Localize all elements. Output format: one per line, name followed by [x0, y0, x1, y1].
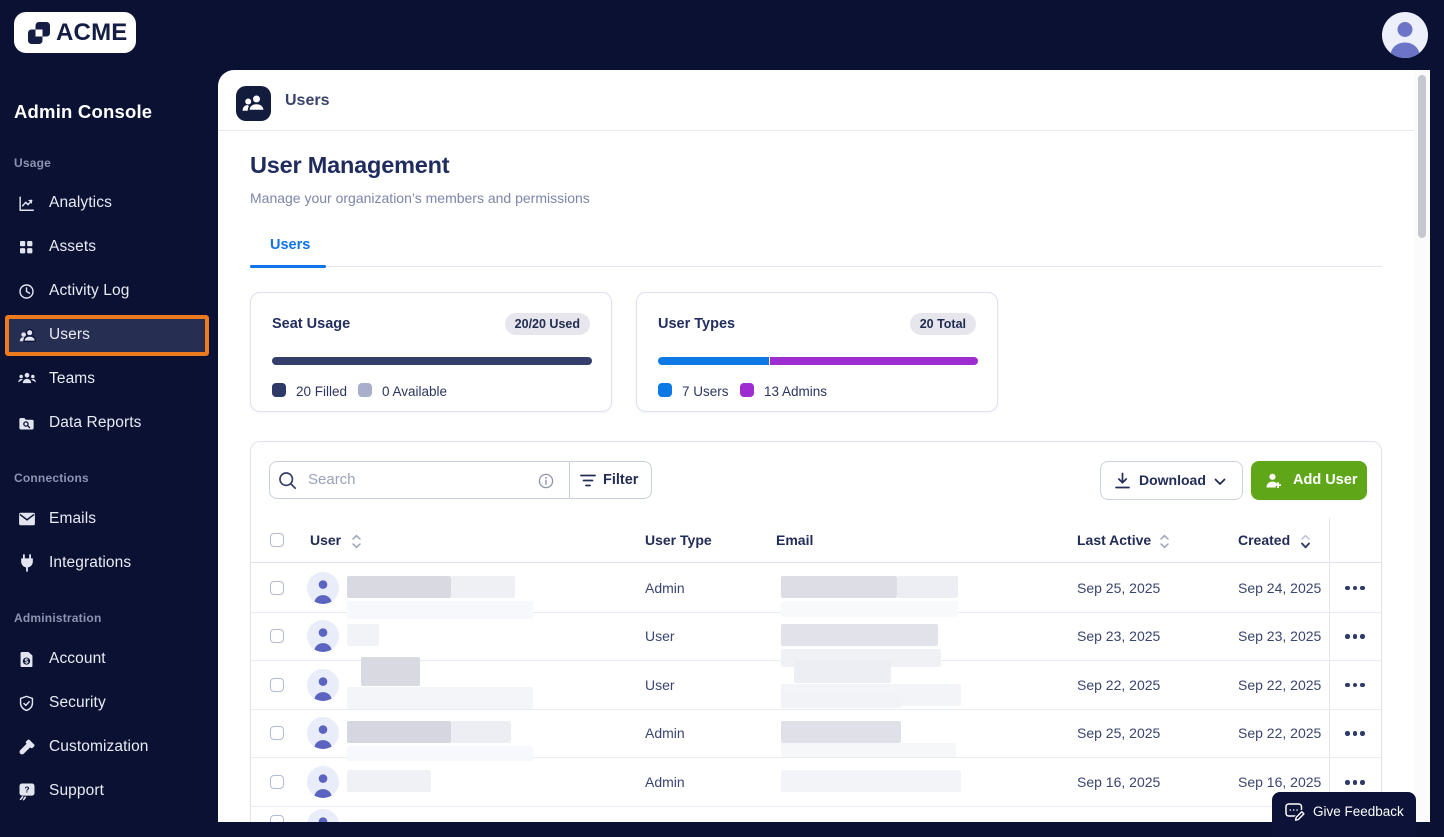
svg-text:?: ?: [24, 785, 29, 795]
svg-text:$: $: [25, 657, 29, 665]
